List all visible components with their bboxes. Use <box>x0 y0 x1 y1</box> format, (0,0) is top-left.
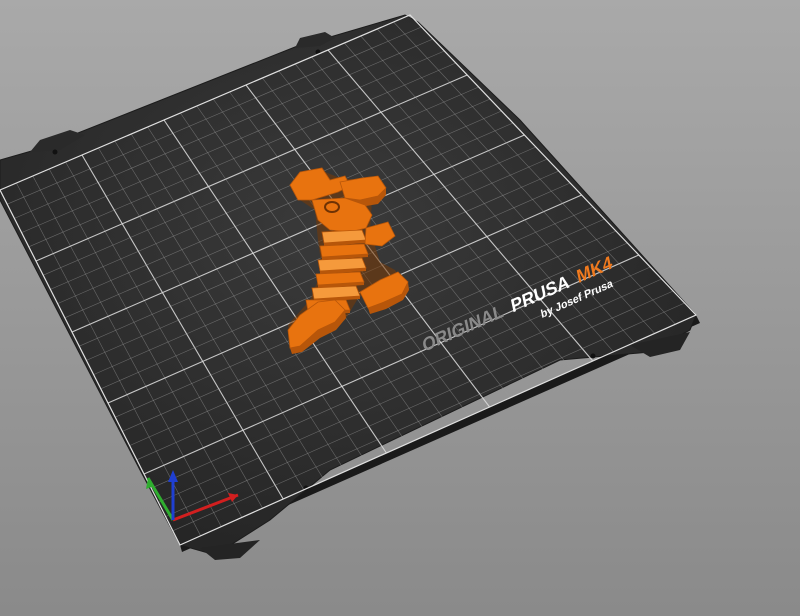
3d-viewport[interactable]: ORIGINAL PRUSA MK4 by Josef Prusa <box>0 0 800 616</box>
bed-hole <box>590 353 596 359</box>
bed-hole <box>52 149 58 155</box>
scene-canvas[interactable]: ORIGINAL PRUSA MK4 by Josef Prusa <box>0 0 800 616</box>
